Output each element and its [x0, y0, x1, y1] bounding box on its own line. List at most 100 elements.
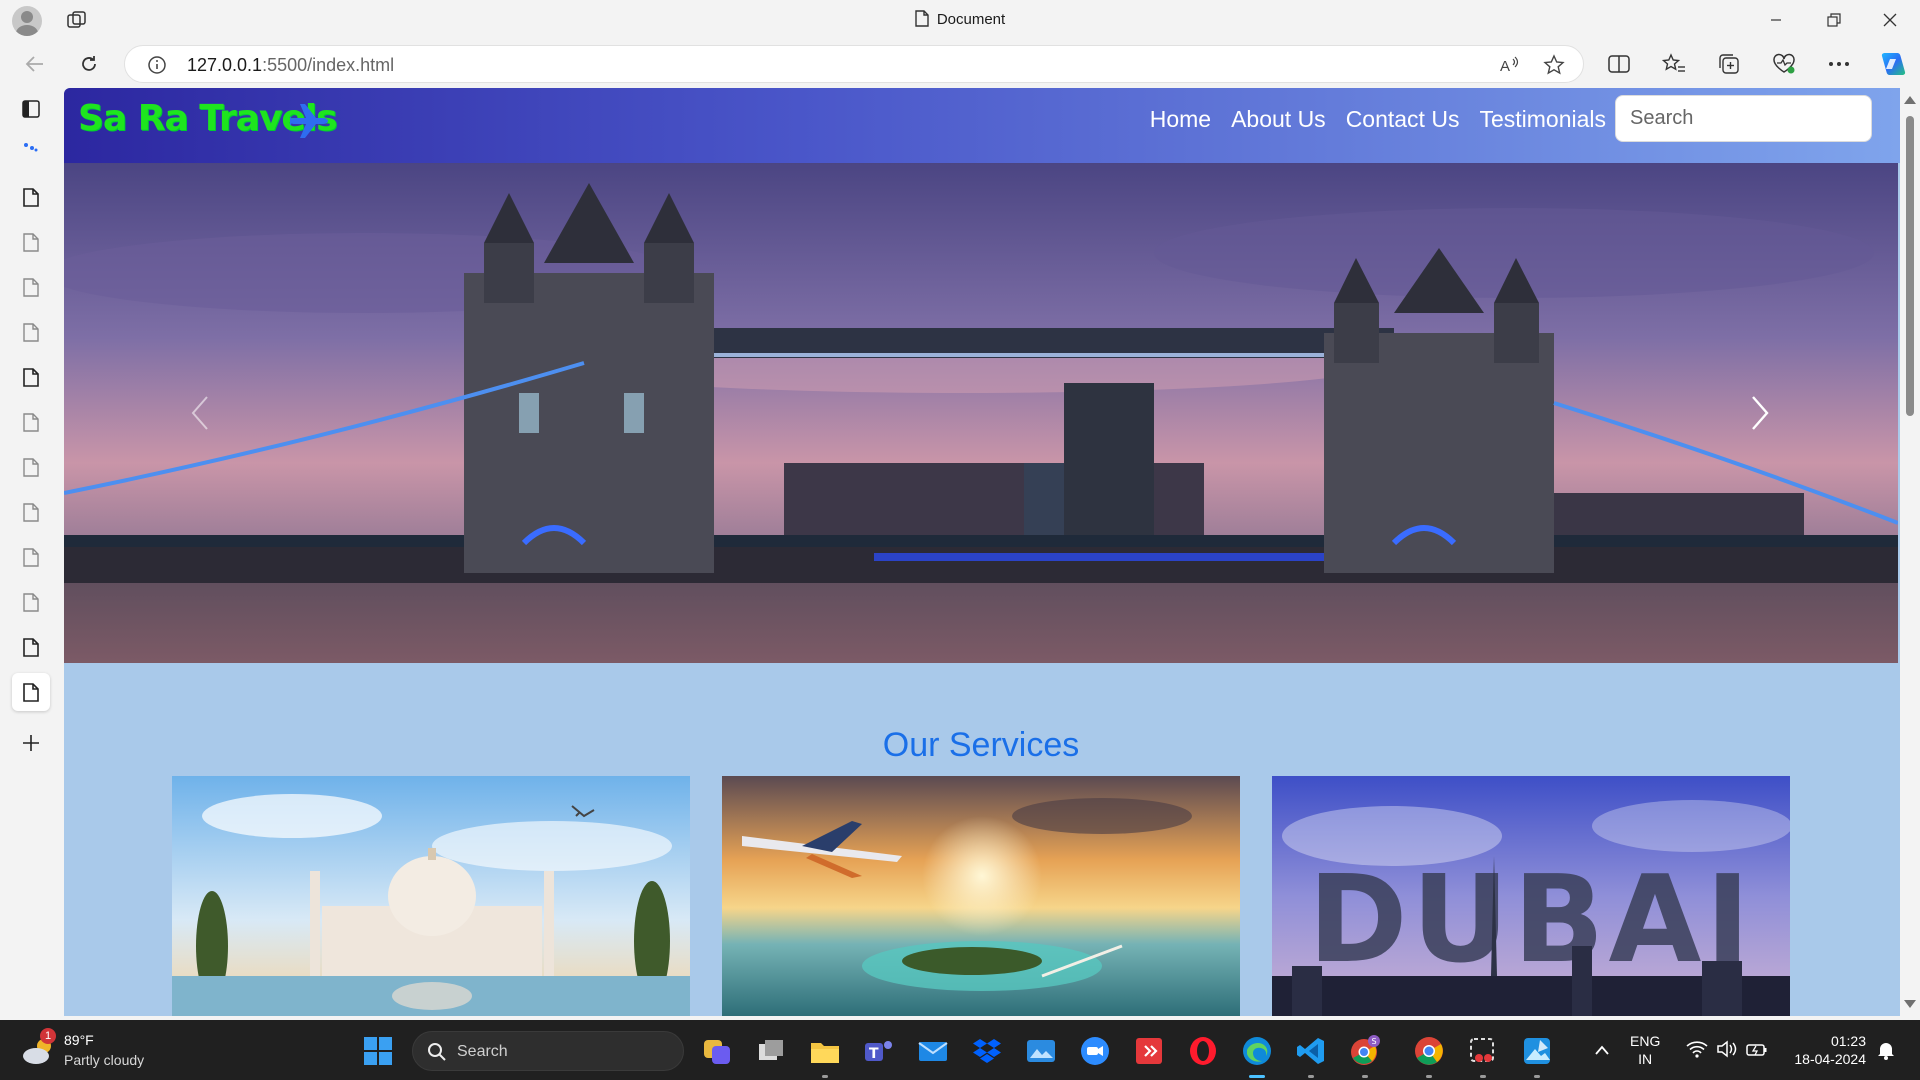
favorites-icon [1662, 53, 1685, 72]
svg-text:S: S [1372, 1037, 1377, 1046]
windows-start-icon[interactable] [363, 1036, 393, 1066]
nav-testimonials-link[interactable]: Testimonials [1479, 106, 1606, 133]
page-icon [23, 187, 39, 207]
copilot-app-icon [704, 1040, 730, 1064]
opera-icon [1190, 1037, 1216, 1065]
hero-image-tower-bridge [64, 163, 1898, 663]
taskbar-file-explorer[interactable] [808, 1034, 842, 1078]
page-icon [23, 457, 39, 477]
window-title: Document [0, 10, 1920, 28]
chevron-up-icon[interactable] [1594, 1044, 1610, 1056]
minimize-button[interactable] [1748, 0, 1804, 40]
service-card-flights[interactable] [722, 776, 1240, 1016]
tab-document-active[interactable] [12, 673, 50, 711]
page-scrollbar[interactable] [1900, 88, 1920, 1016]
favorites-button[interactable] [1659, 50, 1689, 78]
card-image-airplane-island [722, 776, 1240, 1016]
site-info-icon[interactable] [147, 55, 167, 75]
mail-icon [918, 1042, 948, 1061]
taskbar-vscode[interactable] [1294, 1034, 1328, 1078]
edge-icon [1243, 1037, 1271, 1065]
split-screen-icon [1608, 55, 1630, 73]
service-card-india[interactable] [172, 776, 690, 1016]
taskbar-copilot-preview[interactable] [700, 1034, 734, 1068]
address-bar[interactable]: 127.0.0.1:5500/index.html A [124, 45, 1584, 83]
refresh-button[interactable] [74, 50, 104, 78]
weather-alert-badge: 1 [40, 1028, 56, 1044]
taskbar-edge[interactable] [1240, 1034, 1274, 1078]
service-card-dubai[interactable]: DUBAI [1272, 776, 1790, 1016]
read-aloud-icon[interactable]: A [1499, 54, 1521, 76]
page-icon [23, 592, 39, 612]
tab-document-5[interactable] [12, 358, 50, 396]
browser-essentials-button[interactable] [1769, 50, 1799, 78]
volume-icon[interactable] [1716, 1040, 1738, 1058]
carousel-prev-button[interactable] [170, 383, 230, 443]
photo-app-icon [1027, 1040, 1055, 1062]
taskbar-zoom[interactable] [1078, 1034, 1112, 1068]
site-search-input[interactable] [1615, 95, 1872, 142]
tab-document-1[interactable] [12, 178, 50, 216]
tab-document-8[interactable] [12, 493, 50, 531]
tab-document-2[interactable] [12, 223, 50, 261]
weather-widget[interactable]: 1 89°F Partly cloudy [20, 1028, 180, 1072]
heart-pulse-icon [1773, 53, 1795, 74]
settings-more-button[interactable] [1824, 50, 1854, 78]
input-language-indicator[interactable]: ENG IN [1630, 1032, 1660, 1080]
tab-actions-button[interactable] [12, 90, 50, 128]
vertical-tab-strip [0, 88, 62, 1020]
scroll-up-arrow[interactable] [1904, 96, 1916, 104]
tab-document-3[interactable] [12, 268, 50, 306]
tab-document-7[interactable] [12, 448, 50, 486]
copilot-button[interactable] [1878, 50, 1908, 78]
collections-button[interactable] [1714, 50, 1744, 78]
page-icon [23, 547, 39, 567]
refresh-icon [82, 56, 96, 71]
taskbar-dropbox[interactable] [970, 1034, 1004, 1068]
battery-charging-icon[interactable] [1746, 1040, 1768, 1058]
tab-document-10[interactable] [12, 583, 50, 621]
tab-live-server[interactable] [12, 128, 50, 166]
nav-about-link[interactable]: About Us [1231, 106, 1326, 133]
back-button[interactable] [20, 50, 50, 78]
taskbar-chrome[interactable] [1412, 1034, 1446, 1078]
tab-document-9[interactable] [12, 538, 50, 576]
card-image-dubai: DUBAI [1272, 776, 1790, 1016]
carousel-next-button[interactable] [1730, 383, 1790, 443]
taskbar-photos[interactable] [1520, 1034, 1554, 1078]
split-screen-button[interactable] [1604, 50, 1634, 78]
close-button[interactable] [1862, 0, 1918, 40]
teams-icon: T [865, 1041, 892, 1062]
taskbar-search-box[interactable]: Search [412, 1031, 684, 1071]
taskbar-anydesk[interactable] [1132, 1034, 1166, 1068]
snipping-tool-icon [1470, 1038, 1494, 1062]
taskbar-mail[interactable] [916, 1034, 950, 1068]
title-bar: Document [0, 0, 1920, 40]
favorite-star-icon[interactable] [1543, 54, 1565, 76]
nav-home-link[interactable]: Home [1150, 106, 1211, 133]
card-image-taj-mahal [172, 776, 690, 1016]
taskbar-teams[interactable]: T [862, 1034, 896, 1068]
clock[interactable]: 01:23 18-04-2024 [1782, 1032, 1866, 1080]
tab-document-4[interactable] [12, 313, 50, 351]
taskbar-chrome-profile[interactable]: S [1348, 1034, 1382, 1078]
url-text[interactable]: 127.0.0.1:5500/index.html [187, 55, 394, 76]
browser-toolbar: 127.0.0.1:5500/index.html A [0, 40, 1920, 88]
scroll-down-arrow[interactable] [1904, 1000, 1916, 1008]
scroll-thumb[interactable] [1906, 116, 1914, 416]
taskbar-snipping-tool[interactable] [1466, 1034, 1500, 1078]
restore-button[interactable] [1806, 0, 1862, 40]
wifi-icon[interactable] [1686, 1040, 1708, 1058]
profile-avatar[interactable] [12, 6, 42, 36]
workspaces-icon[interactable] [66, 10, 88, 30]
notification-bell-icon[interactable] [1876, 1040, 1896, 1060]
taskbar-task-view[interactable] [754, 1034, 788, 1068]
tab-document-11[interactable] [12, 628, 50, 666]
taskbar-mylio[interactable] [1024, 1034, 1058, 1068]
new-tab-button[interactable] [12, 724, 50, 762]
vscode-icon [1297, 1038, 1324, 1064]
taskbar-opera[interactable] [1186, 1034, 1220, 1068]
nav-contact-link[interactable]: Contact Us [1346, 106, 1460, 133]
remote-desktop-icon [1136, 1038, 1162, 1064]
tab-document-6[interactable] [12, 403, 50, 441]
